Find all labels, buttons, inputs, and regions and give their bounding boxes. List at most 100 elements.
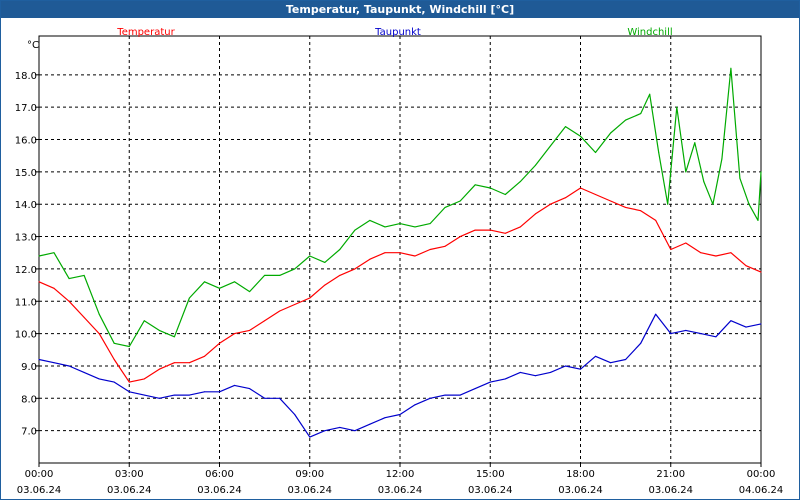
x-tick-time-label: 06:00: [205, 469, 234, 480]
data-point-taupunkt: [444, 394, 446, 396]
data-point-temperatur: [158, 368, 160, 370]
data-point-temperatur: [128, 381, 130, 383]
data-point-windchill: [173, 336, 175, 338]
data-point-windchill: [264, 274, 266, 276]
chart-window: Temperatur, Taupunkt, Windchill [°C] 7.0…: [0, 0, 800, 500]
data-point-taupunkt: [625, 359, 627, 360]
data-point-temperatur: [489, 229, 491, 231]
data-point-taupunkt: [249, 388, 251, 390]
data-point-temperatur: [339, 274, 341, 276]
data-point-taupunkt: [68, 365, 70, 367]
data-point-taupunkt: [128, 391, 130, 393]
x-tick-date-label: 03.06.24: [17, 485, 62, 496]
data-point-windchill: [294, 268, 296, 270]
data-point-temperatur: [219, 342, 220, 344]
data-point-windchill: [143, 320, 145, 322]
chart-title: Temperatur, Taupunkt, Windchill [°C]: [1, 1, 799, 18]
y-tick-label: 10.0: [15, 330, 37, 341]
y-tick-label: 13.0: [15, 233, 37, 244]
data-point-temperatur: [700, 252, 702, 254]
data-point-windchill: [339, 249, 341, 250]
data-point-temperatur: [279, 310, 281, 312]
data-point-taupunkt: [113, 381, 115, 383]
data-point-temperatur: [113, 359, 115, 360]
data-point-temperatur: [309, 297, 311, 299]
legend-item-temperatur: Temperatur: [116, 27, 175, 38]
x-tick-time-label: 09:00: [295, 469, 324, 480]
x-tick-time-label: 00:00: [747, 469, 776, 480]
data-point-windchill: [68, 278, 70, 280]
data-point-temperatur: [459, 236, 461, 238]
data-point-temperatur: [384, 252, 386, 254]
data-point-temperatur: [68, 300, 70, 302]
data-point-taupunkt: [414, 404, 416, 406]
data-point-taupunkt: [324, 430, 326, 432]
data-point-windchill: [549, 145, 551, 147]
chart-canvas: 7.0 8.0 9.0 10.0 11.0 12.0 13.0 14.0 15.0 16.0 17.…: [15, 27, 784, 496]
data-point-windchill: [721, 158, 723, 160]
data-point-windchill: [188, 297, 190, 299]
data-point-taupunkt: [685, 329, 687, 331]
data-point-temperatur: [188, 362, 190, 364]
data-point-windchill: [658, 152, 660, 153]
data-point-windchill: [249, 291, 251, 293]
data-point-windchill: [519, 181, 521, 183]
data-point-taupunkt: [339, 426, 341, 428]
x-tick-date-label: 03.06.24: [378, 485, 423, 496]
data-point-taupunkt: [53, 362, 55, 364]
data-point-temperatur: [414, 255, 416, 257]
data-point-temperatur: [264, 320, 266, 322]
data-point-temperatur: [760, 271, 762, 273]
data-point-windchill: [53, 252, 55, 254]
data-point-windchill: [459, 200, 461, 202]
y-tick-label: 12.0: [15, 265, 37, 276]
data-point-taupunkt: [700, 333, 702, 335]
y-tick-label: 8.0: [21, 394, 37, 405]
data-point-taupunkt: [83, 371, 85, 373]
data-point-taupunkt: [519, 371, 521, 373]
data-point-temperatur: [534, 213, 536, 215]
data-point-taupunkt: [474, 388, 476, 390]
data-point-windchill: [676, 106, 678, 108]
x-tick-date-label: 03.06.24: [107, 485, 152, 496]
data-point-taupunkt: [640, 342, 642, 344]
data-point-windchill: [595, 152, 596, 153]
data-point-taupunkt: [595, 355, 596, 357]
data-point-windchill: [625, 119, 627, 121]
data-point-taupunkt: [98, 378, 100, 380]
data-point-temperatur: [354, 268, 356, 270]
y-tick-label: 18.0: [15, 71, 37, 82]
data-point-windchill: [748, 203, 750, 205]
y-tick-label: 11.0: [15, 297, 37, 308]
data-point-windchill: [712, 203, 714, 205]
data-point-temperatur: [38, 281, 40, 283]
data-point-taupunkt: [384, 417, 386, 419]
data-point-temperatur: [83, 316, 85, 318]
data-point-temperatur: [640, 210, 642, 212]
y-tick-label: 15.0: [15, 168, 37, 179]
data-point-temperatur: [565, 197, 566, 199]
data-point-taupunkt: [158, 397, 160, 399]
data-point-taupunkt: [309, 436, 311, 438]
data-point-windchill: [534, 164, 536, 166]
data-point-temperatur: [204, 355, 205, 357]
data-point-taupunkt: [279, 397, 281, 399]
y-tick-label: 14.0: [15, 200, 37, 211]
data-point-temperatur: [504, 232, 506, 234]
data-point-taupunkt: [459, 394, 461, 396]
data-point-taupunkt: [760, 323, 762, 325]
data-point-taupunkt: [204, 391, 205, 393]
data-point-windchill: [565, 126, 566, 128]
data-point-windchill: [414, 226, 416, 228]
data-point-taupunkt: [670, 333, 672, 335]
data-point-windchill: [204, 281, 205, 283]
data-point-windchill: [757, 219, 759, 221]
data-point-temperatur: [685, 242, 687, 244]
data-point-taupunkt: [38, 359, 40, 360]
x-tick-time-label: 21:00: [656, 469, 685, 480]
data-point-windchill: [610, 132, 612, 134]
data-point-taupunkt: [234, 384, 235, 386]
data-point-taupunkt: [745, 326, 747, 328]
data-point-windchill: [489, 187, 491, 189]
data-point-temperatur: [249, 329, 251, 331]
